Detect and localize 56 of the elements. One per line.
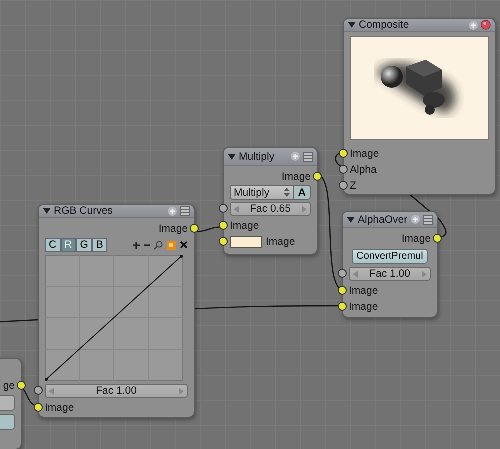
node-title: RGB Curves <box>54 205 114 217</box>
input-socket[interactable] <box>339 165 348 174</box>
blend-mode-dropdown[interactable]: Multiply <box>230 185 294 200</box>
socket-label: Image <box>402 232 431 244</box>
socket-label: Image <box>158 222 188 234</box>
input-socket[interactable] <box>339 149 348 158</box>
node-title: Multiply <box>239 150 276 162</box>
clip-icon[interactable] <box>167 240 176 250</box>
slider-value: Fac 1.00 <box>370 268 410 280</box>
magnifier-icon[interactable] <box>154 240 163 250</box>
socket-label: Image <box>349 284 378 296</box>
alpha-toggle[interactable]: A <box>294 185 311 200</box>
collapse-triangle-icon[interactable] <box>348 21 356 29</box>
plus-icon[interactable] <box>133 242 140 248</box>
color-swatch[interactable] <box>230 236 262 248</box>
input-socket[interactable] <box>219 221 228 230</box>
slider-value: Fac 1.00 <box>96 385 137 397</box>
channel-tab[interactable]: B <box>92 238 108 252</box>
socket-label: Image <box>350 148 380 160</box>
socket-label: Z <box>350 180 356 192</box>
output-socket[interactable] <box>190 224 199 233</box>
socket-label: Image <box>282 170 311 182</box>
output-socket[interactable] <box>313 172 322 181</box>
socket-label: Image <box>266 236 296 248</box>
node-title: Composite <box>359 19 410 31</box>
input-socket[interactable] <box>338 286 347 295</box>
node-title: AlphaOver <box>358 214 408 226</box>
input-socket[interactable] <box>34 403 43 412</box>
socket-label: Image <box>230 220 260 232</box>
menu-icon[interactable] <box>180 206 190 216</box>
up-down-arrows-icon <box>284 188 290 197</box>
socket-label: Image <box>349 300 378 312</box>
output-socket[interactable] <box>17 381 26 390</box>
input-socket[interactable] <box>219 237 228 246</box>
socket-label: ge <box>3 380 15 392</box>
socket-label: Alpha <box>350 164 377 176</box>
close-icon[interactable] <box>481 20 491 30</box>
output-socket[interactable] <box>433 234 442 243</box>
menu-icon[interactable] <box>423 214 433 224</box>
collapse-triangle-icon[interactable] <box>43 207 51 215</box>
input-socket[interactable] <box>338 269 347 278</box>
channel-tab[interactable]: G <box>76 238 92 252</box>
menu-icon[interactable] <box>303 152 313 162</box>
collapse-triangle-icon[interactable] <box>228 152 236 160</box>
slider-value: Fac 0.65 <box>250 203 291 215</box>
input-socket[interactable] <box>34 386 43 395</box>
convert-premul-button[interactable]: ConvertPremul <box>352 248 428 264</box>
input-socket[interactable] <box>338 302 347 311</box>
minus-icon[interactable] <box>144 242 150 248</box>
input-socket[interactable] <box>219 204 228 213</box>
input-socket[interactable] <box>339 181 348 190</box>
close-icon[interactable] <box>180 241 188 249</box>
dropdown-value: Multiply <box>234 186 270 198</box>
channel-tab[interactable]: C <box>45 238 61 252</box>
socket-label: Image <box>45 402 74 414</box>
collapse-triangle-icon[interactable] <box>347 216 355 224</box>
